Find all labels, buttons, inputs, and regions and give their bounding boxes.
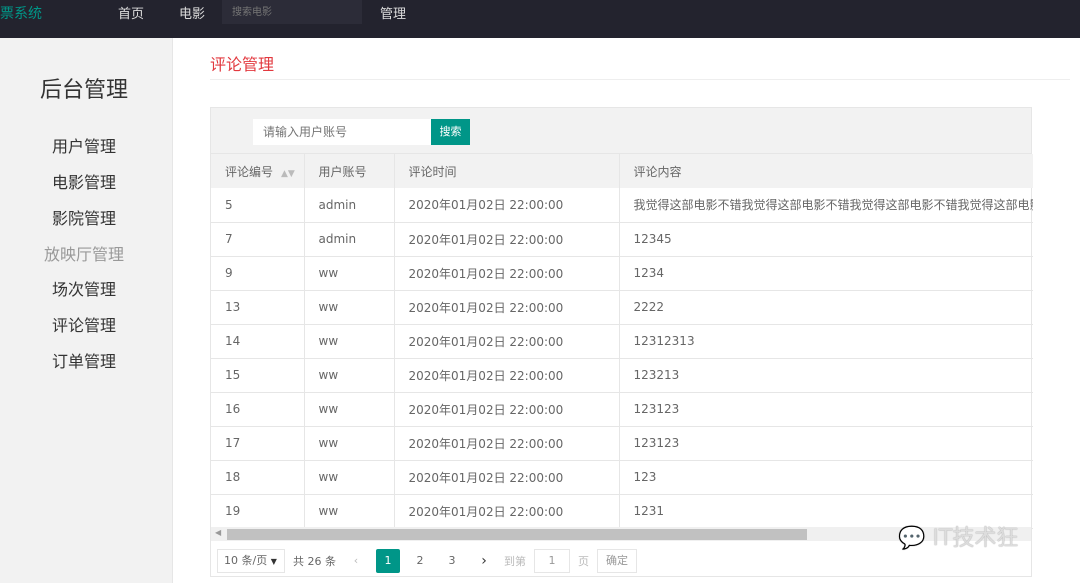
cell-comment-content: 1234 <box>619 256 1033 291</box>
header-comment-time: 评论时间 <box>394 154 620 188</box>
table-row[interactable]: 18 ww 2020年01月02日 22:00:00 123 <box>211 460 1033 495</box>
cell-user-account: ww <box>304 256 395 291</box>
table-row[interactable]: 9 ww 2020年01月02日 22:00:00 1234 <box>211 256 1033 291</box>
page-size-select[interactable]: 10 条/页 ▼ <box>217 549 285 573</box>
cell-comment-time: 2020年01月02日 22:00:00 <box>394 188 620 223</box>
table-row[interactable]: 13 ww 2020年01月02日 22:00:00 2222 <box>211 290 1033 325</box>
cell-comment-time: 2020年01月02日 22:00:00 <box>394 426 620 461</box>
cell-user-account: ww <box>304 392 395 427</box>
cell-user-account: ww <box>304 426 395 461</box>
nav-movies[interactable]: 电影 <box>179 3 205 22</box>
scrollbar-thumb[interactable] <box>227 529 807 540</box>
cell-comment-id: 17 <box>211 426 305 461</box>
cell-comment-time: 2020年01月02日 22:00:00 <box>394 256 620 291</box>
sidebar-item-movies[interactable]: 电影管理 <box>0 169 168 193</box>
page-2[interactable]: 2 <box>408 549 432 573</box>
cell-comment-content: 123213 <box>619 358 1033 393</box>
dropdown-arrow-icon: ▼ <box>270 557 277 566</box>
cell-user-account: admin <box>304 188 395 223</box>
cell-comment-time: 2020年01月02日 22:00:00 <box>394 494 620 529</box>
sidebar-item-halls[interactable]: 放映厅管理 <box>0 241 168 265</box>
sidebar: 后台管理 用户管理 电影管理 影院管理 放映厅管理 场次管理 评论管理 订单管理 <box>0 38 173 583</box>
table-row[interactable]: 7 admin 2020年01月02日 22:00:00 12345 <box>211 222 1033 257</box>
cell-user-account: ww <box>304 290 395 325</box>
cell-user-account: admin <box>304 222 395 257</box>
cell-user-account: ww <box>304 460 395 495</box>
table-toolbar: 搜索 <box>211 108 1031 154</box>
movie-search-input[interactable] <box>222 0 362 24</box>
cell-comment-id: 18 <box>211 460 305 495</box>
page-title: 评论管理 <box>210 55 275 74</box>
app-logo[interactable]: 票系统 <box>0 3 42 23</box>
watermark: 💬 IT技术狂 <box>898 520 1018 552</box>
cell-user-account: ww <box>304 494 395 529</box>
table-row[interactable]: 5 admin 2020年01月02日 22:00:00 我觉得这部电影不错我觉得这部… <box>211 188 1033 223</box>
cell-comment-time: 2020年01月02日 22:00:00 <box>394 460 620 495</box>
table-row[interactable]: 16 ww 2020年01月02日 22:00:00 123123 <box>211 392 1033 427</box>
sidebar-item-comments[interactable]: 评论管理 <box>0 312 168 336</box>
sidebar-item-sessions[interactable]: 场次管理 <box>0 276 168 300</box>
header-comment-content: 评论内容 <box>619 154 1033 188</box>
comment-table: 评论编号 ▲▼ 用户账号 评论时间 评论内容 5 admin 2020年01月02日 … <box>211 154 1033 529</box>
cell-comment-content: 2222 <box>619 290 1033 325</box>
cell-comment-id: 16 <box>211 392 305 427</box>
cell-comment-time: 2020年01月02日 22:00:00 <box>394 324 620 359</box>
pagination: 10 条/页 ▼ 共 26 条 ‹ 1 2 3 › 到第 1 页 确定 <box>217 548 645 574</box>
scroll-left-icon[interactable]: ◀ <box>215 528 221 537</box>
page-unit-label: 页 <box>578 555 589 568</box>
nav-home[interactable]: 首页 <box>118 3 144 22</box>
prev-page-icon[interactable]: ‹ <box>344 549 368 573</box>
cell-user-account: ww <box>304 324 395 359</box>
cell-comment-id: 7 <box>211 222 305 257</box>
cell-user-account: ww <box>304 358 395 393</box>
watermark-text: IT技术狂 <box>932 526 1019 551</box>
goto-label: 到第 <box>504 555 526 568</box>
next-page-icon[interactable]: › <box>472 549 496 573</box>
cell-comment-id: 15 <box>211 358 305 393</box>
cell-comment-time: 2020年01月02日 22:00:00 <box>394 222 620 257</box>
wechat-icon: 💬 <box>898 526 926 551</box>
total-count: 共 26 条 <box>293 555 336 568</box>
cell-comment-content: 123 <box>619 460 1033 495</box>
cell-comment-time: 2020年01月02日 22:00:00 <box>394 290 620 325</box>
divider <box>210 79 1070 80</box>
cell-comment-id: 9 <box>211 256 305 291</box>
cell-comment-id: 19 <box>211 494 305 529</box>
cell-comment-content: 12345 <box>619 222 1033 257</box>
cell-comment-id: 13 <box>211 290 305 325</box>
sidebar-item-cinemas[interactable]: 影院管理 <box>0 205 168 229</box>
table-row[interactable]: 15 ww 2020年01月02日 22:00:00 123213 <box>211 358 1033 393</box>
table-row[interactable]: 17 ww 2020年01月02日 22:00:00 123123 <box>211 426 1033 461</box>
cell-comment-id: 14 <box>211 324 305 359</box>
cell-comment-content: 123123 <box>619 392 1033 427</box>
cell-comment-time: 2020年01月02日 22:00:00 <box>394 358 620 393</box>
cell-comment-id: 5 <box>211 188 305 223</box>
comment-table-panel: 搜索 评论编号▲▼ 用户账号 评论时间 评论内容 5admin2020年01月0… <box>210 107 1033 577</box>
cell-comment-time: 2020年01月02日 22:00:00 <box>394 392 620 427</box>
sidebar-title: 后台管理 <box>39 78 128 103</box>
header-label: 评论编号 <box>225 164 274 179</box>
page-3[interactable]: 3 <box>440 549 464 573</box>
cell-comment-content: 12312313 <box>619 324 1033 359</box>
sort-icon[interactable]: ▲▼ <box>281 169 295 179</box>
sidebar-item-users[interactable]: 用户管理 <box>0 133 168 157</box>
sidebar-item-orders[interactable]: 订单管理 <box>0 348 168 372</box>
cell-comment-content: 123123 <box>619 426 1033 461</box>
search-button[interactable]: 搜索 <box>431 119 470 145</box>
page-size-value: 10 条/页 <box>224 554 268 567</box>
goto-confirm-button[interactable]: 确定 <box>597 549 637 573</box>
nav-manage[interactable]: 管理 <box>380 3 406 22</box>
page-1[interactable]: 1 <box>376 549 400 573</box>
header-user-account: 用户账号 <box>304 154 395 188</box>
goto-page-input[interactable]: 1 <box>534 549 570 573</box>
user-account-input[interactable] <box>253 119 431 145</box>
top-navbar: 票系统 首页 电影 管理 <box>0 0 1080 38</box>
header-comment-id[interactable]: 评论编号 ▲▼ <box>211 154 305 188</box>
cell-comment-content: 我觉得这部电影不错我觉得这部电影不错我觉得这部电影不错我觉得这部电影不错 <box>619 188 1033 223</box>
table-row[interactable]: 14 ww 2020年01月02日 22:00:00 12312313 <box>211 324 1033 359</box>
